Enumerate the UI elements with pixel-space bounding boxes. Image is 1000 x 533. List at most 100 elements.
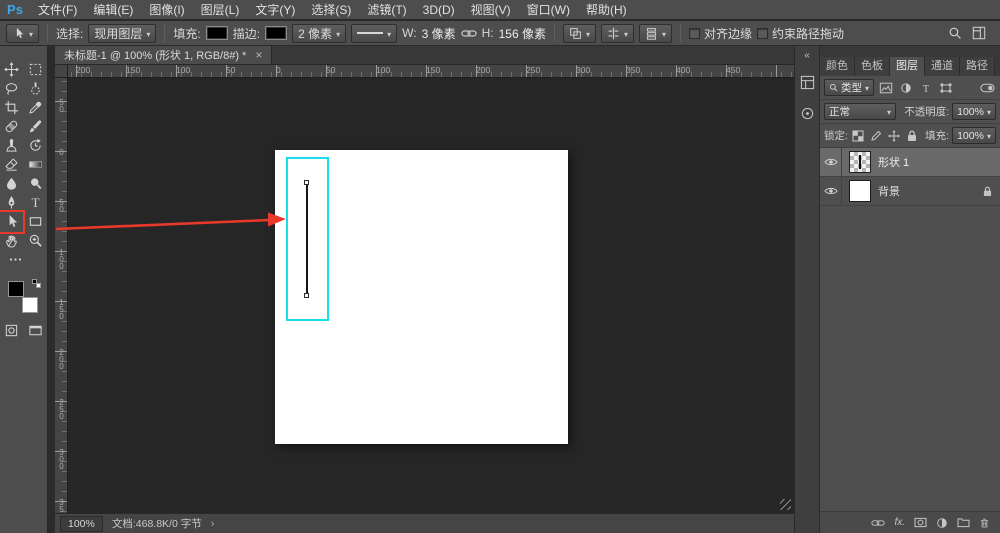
dock-panel-icon-2[interactable]: [797, 103, 817, 123]
delete-layer-icon[interactable]: [979, 517, 990, 529]
crop-tool-button[interactable]: [1, 99, 22, 117]
gradient-tool-button[interactable]: [25, 156, 46, 174]
history-brush-tool-button[interactable]: [25, 137, 46, 155]
fill-dropdown[interactable]: 100%: [952, 127, 996, 144]
anchor-point[interactable]: [304, 293, 309, 298]
stroke-swatch[interactable]: [265, 26, 287, 40]
menu-item[interactable]: 帮助(H): [578, 0, 635, 20]
healing-brush-tool-button[interactable]: [1, 118, 22, 136]
menu-item[interactable]: 视图(V): [463, 0, 519, 20]
lock-transparency-icon[interactable]: [851, 127, 866, 144]
marquee-tool-button[interactable]: [25, 61, 46, 79]
menu-item[interactable]: 图层(L): [193, 0, 248, 20]
pen-tool-button[interactable]: [1, 194, 22, 212]
menu-item[interactable]: 编辑(E): [85, 0, 141, 20]
filter-type-layers-icon[interactable]: T: [917, 79, 934, 96]
workspace-switcher-icon[interactable]: [972, 26, 986, 40]
blur-tool-button[interactable]: [1, 175, 22, 193]
clone-stamp-tool-button[interactable]: [1, 137, 22, 155]
layer-thumbnail[interactable]: [849, 151, 871, 173]
fill-swatch[interactable]: [206, 26, 228, 40]
eyedropper-tool-button[interactable]: [25, 99, 46, 117]
new-group-icon[interactable]: [957, 517, 970, 528]
lock-image-icon[interactable]: [869, 127, 884, 144]
more-tools-button[interactable]: [5, 251, 26, 269]
filter-toggle-icon[interactable]: [979, 79, 996, 96]
zoom-level-field[interactable]: 100%: [60, 516, 103, 532]
layer-name[interactable]: 形状 1: [878, 154, 909, 170]
tool-preset-button[interactable]: [6, 24, 39, 43]
path-arrangement-button[interactable]: [639, 24, 672, 43]
layer-style-icon[interactable]: fx.: [894, 517, 905, 528]
constrain-path-drag-checkbox[interactable]: 约束路径拖动: [757, 25, 844, 42]
path-operations-button[interactable]: [563, 24, 596, 43]
select-mode-dropdown[interactable]: 现用图层: [88, 24, 156, 43]
menu-item[interactable]: 图像(I): [141, 0, 192, 20]
stroke-width-dropdown[interactable]: 2 像素: [292, 24, 346, 43]
opacity-dropdown[interactable]: 100%: [952, 103, 996, 120]
layer-filter-dropdown[interactable]: 类型: [824, 79, 874, 96]
width-field[interactable]: 3 像素: [422, 25, 456, 42]
background-color-swatch[interactable]: [22, 297, 38, 313]
filter-shape-layers-icon[interactable]: [937, 79, 954, 96]
dodge-tool-button[interactable]: [25, 175, 46, 193]
move-tool-button[interactable]: [1, 61, 22, 79]
quick-mask-button[interactable]: [1, 322, 22, 340]
brush-tool-button[interactable]: [25, 118, 46, 136]
align-edges-checkbox[interactable]: 对齐边缘: [689, 25, 752, 42]
type-tool-button[interactable]: T: [25, 194, 46, 212]
foreground-color-swatch[interactable]: [8, 281, 24, 297]
tab-color[interactable]: 颜色: [820, 57, 855, 76]
resize-grip[interactable]: [780, 499, 791, 510]
link-dimensions-icon[interactable]: [461, 28, 477, 39]
visibility-toggle[interactable]: [820, 148, 842, 176]
screen-mode-button[interactable]: [25, 322, 46, 340]
status-options-chevron[interactable]: ›: [211, 518, 215, 530]
rectangle-tool-button[interactable]: [25, 213, 46, 231]
filter-pixel-layers-icon[interactable]: [877, 79, 894, 96]
dock-panel-icon-1[interactable]: [797, 72, 817, 92]
layer-name[interactable]: 背景: [878, 183, 900, 199]
stroke-style-dropdown[interactable]: [351, 24, 397, 43]
eraser-tool-button[interactable]: [1, 156, 22, 174]
canvas-area[interactable]: 20015010050050100150200250300350400450 5…: [55, 65, 794, 513]
anchor-point[interactable]: [304, 180, 309, 185]
zoom-tool-button[interactable]: [25, 232, 46, 250]
height-field[interactable]: 156 像素: [499, 25, 546, 42]
ps-logo[interactable]: Ps: [0, 2, 30, 17]
tab-channels[interactable]: 通道: [925, 57, 960, 76]
menu-item[interactable]: 滤镜(T): [359, 0, 414, 20]
blend-mode-dropdown[interactable]: 正常: [824, 103, 896, 120]
layer-row-background[interactable]: 背景: [820, 177, 1000, 206]
default-colors-icon[interactable]: [32, 279, 41, 288]
link-layers-icon[interactable]: [871, 518, 885, 528]
color-swatches[interactable]: [7, 281, 41, 313]
add-mask-icon[interactable]: [914, 517, 927, 528]
menu-item[interactable]: 文件(F): [30, 0, 85, 20]
lasso-tool-button[interactable]: [1, 80, 22, 98]
layer-row-shape[interactable]: 形状 1: [820, 148, 1000, 177]
menu-item[interactable]: 文字(Y): [247, 0, 303, 20]
lock-all-icon[interactable]: [904, 127, 919, 144]
filter-adjustment-layers-icon[interactable]: [897, 79, 914, 96]
menu-item[interactable]: 窗口(W): [519, 0, 578, 20]
line-shape[interactable]: [306, 182, 308, 296]
lock-position-icon[interactable]: [887, 127, 902, 144]
tab-layers[interactable]: 图层: [890, 57, 925, 76]
hand-tool-button[interactable]: [1, 232, 22, 250]
search-icon[interactable]: [948, 26, 962, 40]
close-tab-icon[interactable]: ×: [255, 49, 262, 61]
adjustment-layer-icon[interactable]: [936, 517, 948, 529]
tab-paths[interactable]: 路径: [960, 57, 995, 76]
document-canvas[interactable]: [275, 150, 568, 444]
quick-selection-tool-button[interactable]: [25, 80, 46, 98]
path-alignment-button[interactable]: [601, 24, 634, 43]
menu-item[interactable]: 3D(D): [415, 0, 463, 20]
layer-thumbnail[interactable]: [849, 180, 871, 202]
path-selection-tool-button[interactable]: [1, 213, 22, 231]
tab-swatches[interactable]: 色板: [855, 57, 890, 76]
menu-item[interactable]: 选择(S): [303, 0, 359, 20]
visibility-toggle[interactable]: [820, 177, 842, 205]
expand-panels-icon[interactable]: [804, 51, 810, 61]
document-tab[interactable]: 未标题-1 @ 100% (形状 1, RGB/8#) * ×: [55, 46, 272, 64]
